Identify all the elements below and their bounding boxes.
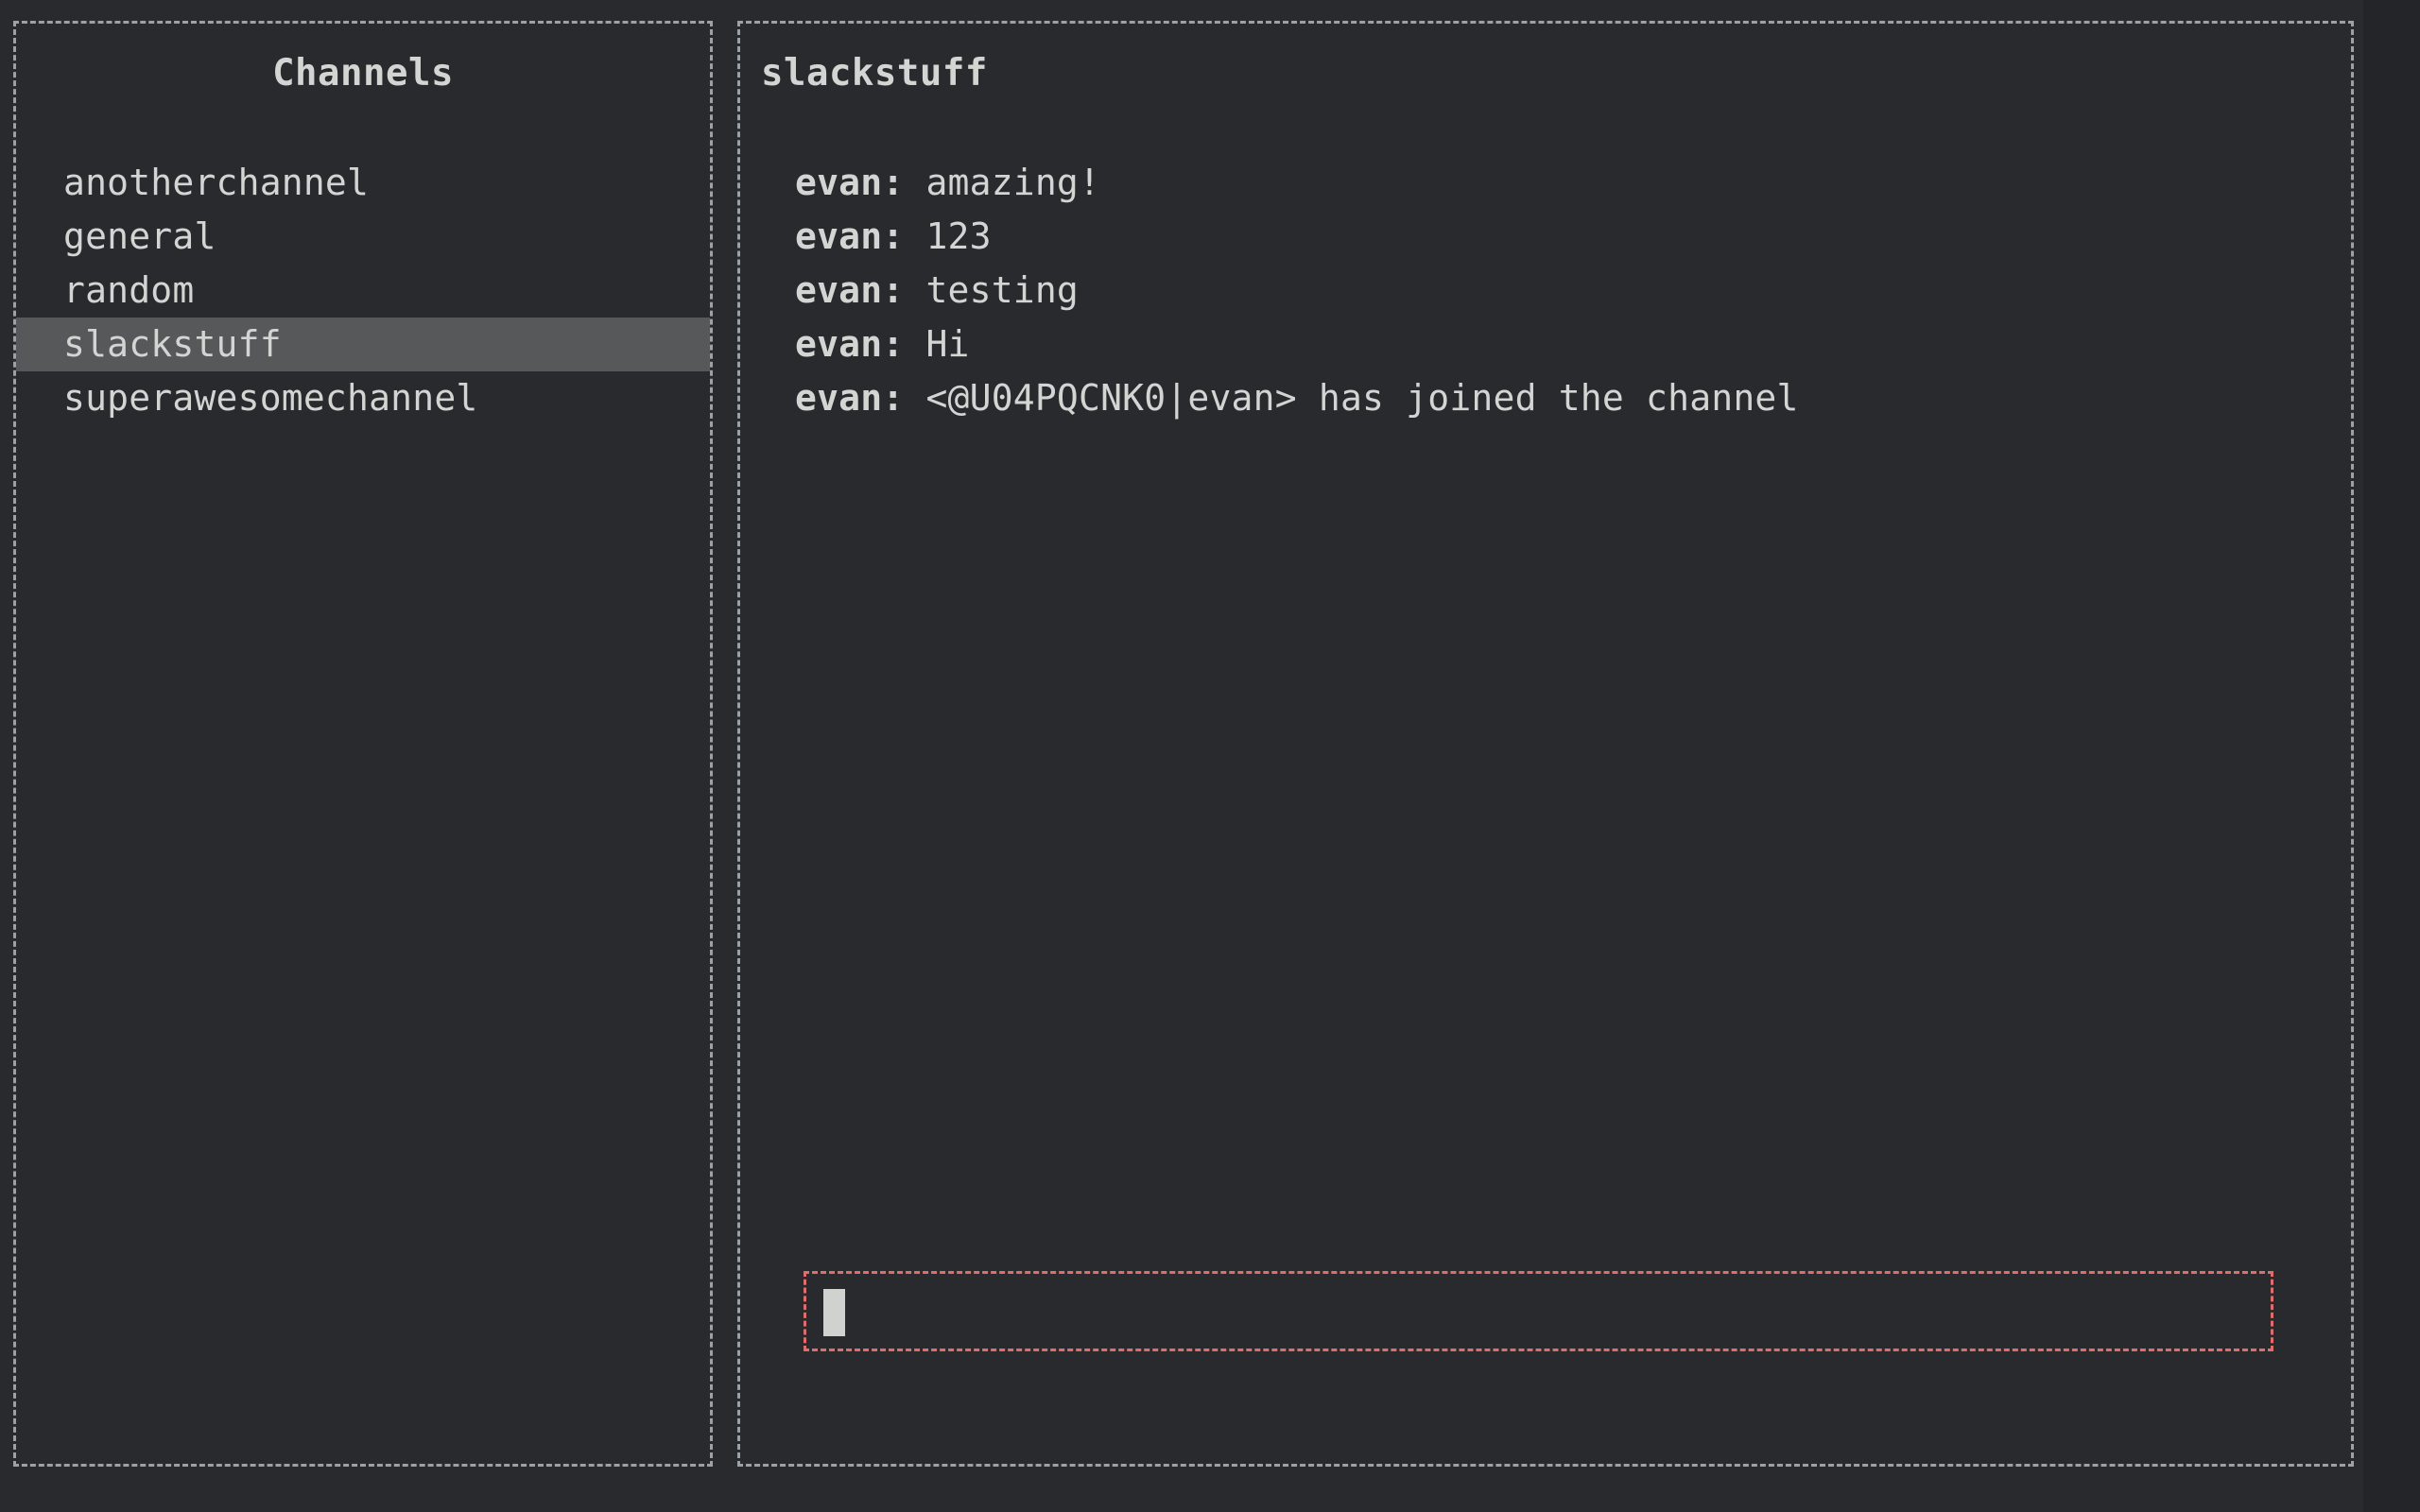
message-author: evan: xyxy=(795,377,905,419)
channel-label: anotherchannel xyxy=(63,162,370,203)
channel-list: anotherchannel general random slackstuff… xyxy=(16,156,710,425)
message-author: evan: xyxy=(795,269,905,311)
terminal-app: Channels anotherchannel general random s… xyxy=(0,0,2420,1512)
message-row: evan: <@U04PQCNK0|evan> has joined the c… xyxy=(740,371,2351,425)
channel-label: superawesomechannel xyxy=(63,377,478,419)
sidebar-item-anotherchannel[interactable]: anotherchannel xyxy=(16,156,710,210)
message-list: evan: amazing! evan: 123 evan: testing e… xyxy=(740,156,2351,425)
message-text: <@U04PQCNK0|evan> has joined the channel xyxy=(925,377,1799,419)
message-text: amazing! xyxy=(925,162,1101,203)
channel-label: general xyxy=(63,215,216,257)
message-author: evan: xyxy=(795,215,905,257)
sidebar-item-slackstuff[interactable]: slackstuff xyxy=(16,318,710,371)
message-row: evan: amazing! xyxy=(740,156,2351,210)
message-row: evan: Hi xyxy=(740,318,2351,371)
sidebar-item-general[interactable]: general xyxy=(16,210,710,264)
message-input[interactable] xyxy=(804,1271,2273,1351)
sidebar-item-superawesomechannel[interactable]: superawesomechannel xyxy=(16,371,710,425)
message-text: Hi xyxy=(925,323,970,365)
channel-label: slackstuff xyxy=(63,323,282,365)
text-cursor xyxy=(823,1289,845,1336)
message-text: 123 xyxy=(925,215,992,257)
message-author: evan: xyxy=(795,162,905,203)
channel-label: random xyxy=(63,269,195,311)
terminal-gutter xyxy=(2363,0,2420,1512)
message-row: evan: testing xyxy=(740,264,2351,318)
sidebar-item-random[interactable]: random xyxy=(16,264,710,318)
channels-panel: Channels anotherchannel general random s… xyxy=(13,21,713,1467)
message-row: evan: 123 xyxy=(740,210,2351,264)
message-text: testing xyxy=(925,269,1080,311)
messages-panel: slackstuff evan: amazing! evan: 123 evan… xyxy=(737,21,2354,1467)
message-author: evan: xyxy=(795,323,905,365)
messages-panel-title: slackstuff xyxy=(761,52,988,94)
channels-panel-title: Channels xyxy=(272,52,454,94)
